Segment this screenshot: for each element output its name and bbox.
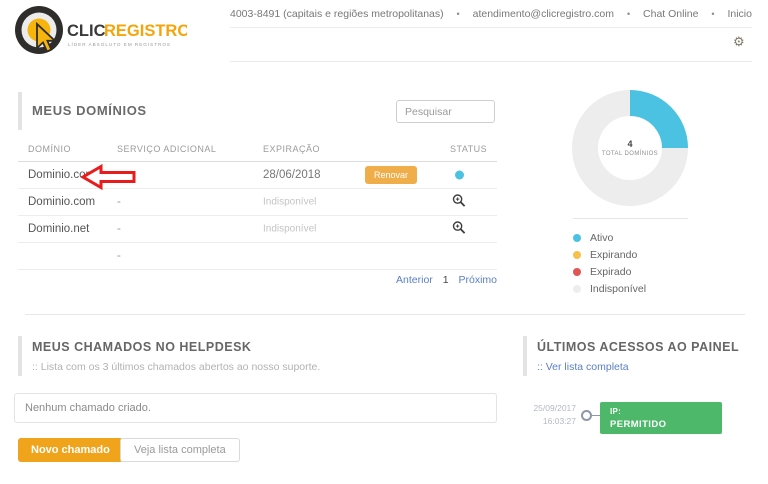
dashboard-page: CLIC REGISTRO LÍDER ABSOLUTO EM REGISTRO… xyxy=(0,0,768,484)
domain-service: - xyxy=(117,223,121,235)
ver-lista-completa-link[interactable]: :: Ver lista completa xyxy=(537,361,629,373)
domain-name: Dominio.com xyxy=(28,196,95,208)
domain-expiration: Indisponível xyxy=(263,224,316,235)
domain-expiration: Indisponível xyxy=(263,197,316,208)
access-status-value: PERMITIDO xyxy=(610,419,722,430)
domain-name: Dominio.net xyxy=(28,223,89,235)
section-divider xyxy=(25,314,745,315)
access-time-value: 16:03:27 xyxy=(526,415,576,428)
magnifier-plus-icon xyxy=(452,221,466,235)
nav-separator xyxy=(711,9,714,19)
table-row: Dominio.com - Indisponível xyxy=(18,189,497,216)
access-ip-label: IP: xyxy=(610,407,722,416)
nav-separator xyxy=(627,9,630,19)
col-header-service: SERVIÇO ADICIONAL xyxy=(117,144,216,154)
nav-chat-online[interactable]: Chat Online xyxy=(643,8,698,20)
col-header-domain: DOMÍNIO xyxy=(28,144,71,154)
domains-table: DOMÍNIO SERVIÇO ADICIONAL EXPIRAÇÃO STAT… xyxy=(18,138,497,270)
legend-dot-indisponivel xyxy=(573,285,581,293)
access-date-value: 25/09/2017 xyxy=(526,402,576,415)
pagination-page-1[interactable]: 1 xyxy=(443,274,449,286)
top-nav: 4003-8491 (capitais e regiões metropolit… xyxy=(230,8,752,20)
legend-item-expirando: Expirando xyxy=(573,246,646,263)
helpdesk-section-title: MEUS CHAMADOS NO HELPDESK xyxy=(32,340,251,354)
chart-legend: Ativo Expirando Expirado Indisponível xyxy=(573,229,646,297)
pagination: Anterior 1 Próximo xyxy=(18,274,497,286)
veja-lista-completa-button[interactable]: Veja lista completa xyxy=(120,438,240,462)
magnifier-plus-icon xyxy=(452,194,466,208)
legend-label: Indisponível xyxy=(590,283,646,295)
total-domains-label: TOTAL DOMÍNIOS xyxy=(602,151,658,157)
nav-separator xyxy=(457,9,460,19)
table-header-row: DOMÍNIO SERVIÇO ADICIONAL EXPIRAÇÃO STAT… xyxy=(18,138,497,162)
access-permitted-badge: IP: PERMITIDO xyxy=(600,402,722,434)
domain-service: - xyxy=(117,250,121,262)
section-accent-bar xyxy=(18,92,22,130)
table-row: Dominio.net - Indisponível xyxy=(18,216,497,243)
timeline-marker-icon xyxy=(581,410,592,421)
legend-label: Expirado xyxy=(590,266,631,278)
legend-item-ativo: Ativo xyxy=(573,229,646,246)
legend-label: Ativo xyxy=(590,232,613,244)
pagination-next[interactable]: Próximo xyxy=(458,274,497,286)
search-input[interactable] xyxy=(396,100,495,123)
section-accent-bar xyxy=(523,336,527,376)
nav-phone: 4003-8491 (capitais e regiões metropolit… xyxy=(230,8,444,20)
red-arrow-annotation xyxy=(81,164,137,190)
legend-dot-expirando xyxy=(573,251,581,259)
nav-divider xyxy=(230,27,752,28)
nav-inicio[interactable]: Inicio xyxy=(727,8,752,20)
nav-email-link[interactable]: atendimento@clicregistro.com xyxy=(473,8,614,20)
lookup-button[interactable] xyxy=(452,194,466,211)
status-active-dot xyxy=(455,171,464,180)
logo-text-clic: CLIC xyxy=(67,22,106,40)
legend-label: Expirando xyxy=(590,249,637,261)
col-header-status: STATUS xyxy=(450,144,487,154)
header-divider xyxy=(230,61,752,62)
section-accent-bar xyxy=(18,336,22,376)
legend-item-expirado: Expirado xyxy=(573,263,646,280)
clicregistro-logo: CLIC REGISTRO LÍDER ABSOLUTO EM REGISTRO… xyxy=(12,3,187,57)
timeline-connector xyxy=(592,415,600,416)
donut-center: 4 TOTAL DOMÍNIOS xyxy=(598,116,662,180)
legend-item-indisponivel: Indisponível xyxy=(573,280,646,297)
col-header-expiration: EXPIRAÇÃO xyxy=(263,144,320,154)
domains-section-title: MEUS DOMÍNIOS xyxy=(32,103,147,118)
lookup-button[interactable] xyxy=(452,221,466,238)
legend-dot-ativo xyxy=(573,234,581,242)
chart-divider xyxy=(573,218,688,219)
settings-gear-icon[interactable]: ⚙ xyxy=(733,34,745,50)
domain-service: - xyxy=(117,196,121,208)
table-row: - xyxy=(18,243,497,270)
logo-text-registro: REGISTRO xyxy=(104,22,187,40)
access-datetime: 25/09/2017 16:03:27 xyxy=(526,402,576,428)
total-domains-value: 4 xyxy=(627,139,632,149)
renovar-button[interactable]: Renovar xyxy=(365,166,417,184)
pagination-prev[interactable]: Anterior xyxy=(396,274,433,286)
novo-chamado-button[interactable]: Novo chamado xyxy=(18,438,123,462)
logo-tagline: LÍDER ABSOLUTO EM REGISTROS xyxy=(68,41,171,47)
domain-expiration: 28/06/2018 xyxy=(263,169,321,181)
access-section-title: ÚLTIMOS ACESSOS AO PAINEL xyxy=(537,340,739,354)
legend-dot-expirado xyxy=(573,268,581,276)
helpdesk-subtitle: :: Lista com os 3 últimos chamados abert… xyxy=(32,361,320,373)
helpdesk-empty-message: Nenhum chamado criado. xyxy=(14,393,497,423)
